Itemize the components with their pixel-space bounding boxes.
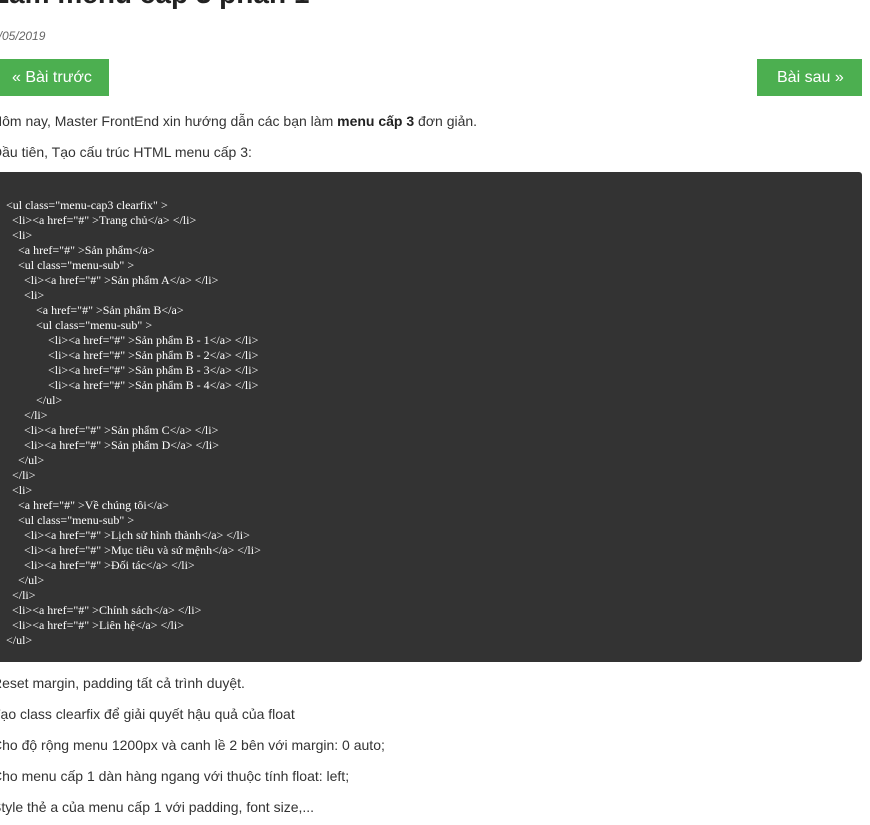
paragraph-clearfix: Tạo class clearfix để giải quyết hậu quả… xyxy=(0,706,295,722)
code-line: <li><a href="#" >Liên hệ</a> </li> xyxy=(6,618,184,632)
code-line: <li><a href="#" >Lịch sử hình thành</a> … xyxy=(6,528,250,542)
next-post-button[interactable]: Bài sau » xyxy=(757,59,862,96)
code-line: <li><a href="#" >Sản phẩm C</a> </li> xyxy=(6,423,219,437)
code-line: </li> xyxy=(6,408,48,422)
code-line: <li><a href="#" >Chính sách</a> </li> xyxy=(6,603,202,617)
code-line: <li> xyxy=(6,228,33,242)
code-line: <ul class="menu-sub" > xyxy=(6,513,135,527)
code-line: <li><a href="#" >Mục tiêu và sứ mệnh</a>… xyxy=(6,543,261,557)
paragraph-style-a: Style thẻ a của menu cấp 1 với padding, … xyxy=(0,799,315,815)
page-title: Làm menu cấp 3 phần 1 xyxy=(0,0,309,10)
paragraph-width: Cho độ rộng menu 1200px và canh lề 2 bên… xyxy=(0,737,385,753)
post-date: 9/05/2019 xyxy=(0,29,46,43)
paragraph-float: Cho menu cấp 1 dàn hàng ngang với thuộc … xyxy=(0,768,350,784)
code-line: <a href="#" >Sản phẩm</a> xyxy=(6,243,155,257)
code-line: </ul> xyxy=(6,633,33,647)
code-line: </ul> xyxy=(6,393,63,407)
paragraph-reset: Reset margin, padding tất cả trình duyệt… xyxy=(0,675,245,691)
intro-text: Hôm nay, Master FrontEnd xin hướng dẫn c… xyxy=(0,113,338,129)
code-line: </ul> xyxy=(6,453,45,467)
code-block: <ul class="menu-cap3 clearfix" > <li><a … xyxy=(0,172,862,662)
code-line: <li><a href="#" >Sản phẩm B - 3</a> </li… xyxy=(6,363,259,377)
intro-bold-text: menu cấp 3 xyxy=(337,113,415,129)
code-line: </li> xyxy=(6,468,36,482)
previous-post-button[interactable]: « Bài trước xyxy=(0,59,109,96)
code-line: <ul class="menu-cap3 clearfix" > xyxy=(6,198,168,212)
code-line: <ul class="menu-sub" > xyxy=(6,258,135,272)
code-line: <li><a href="#" >Đối tác</a> </li> xyxy=(6,558,195,572)
code-line: <li> xyxy=(6,288,45,302)
intro-paragraph: Hôm nay, Master FrontEnd xin hướng dẫn c… xyxy=(0,113,477,129)
code-line: <ul class="menu-sub" > xyxy=(6,318,153,332)
intro-text-end: đơn giản. xyxy=(414,113,478,129)
code-line: <li><a href="#" >Sản phẩm B - 1</a> </li… xyxy=(6,333,259,347)
code-line: <a href="#" >Sản phẩm B</a> xyxy=(6,303,184,317)
code-line: <li> xyxy=(6,483,33,497)
code-lines: <ul class="menu-cap3 clearfix" > <li><a … xyxy=(6,198,848,648)
code-line: <li><a href="#" >Sản phẩm B - 4</a> </li… xyxy=(6,378,259,392)
code-line: <li><a href="#" >Sản phẩm A</a> </li> xyxy=(6,273,219,287)
code-line: </ul> xyxy=(6,573,45,587)
code-line: <li><a href="#" >Sản phẩm D</a> </li> xyxy=(6,438,220,452)
code-line: <li><a href="#" >Sản phẩm B - 2</a> </li… xyxy=(6,348,259,362)
code-line: </li> xyxy=(6,588,36,602)
code-line: <a href="#" >Về chúng tôi</a> xyxy=(6,498,169,512)
code-line: <li><a href="#" >Trang chủ</a> </li> xyxy=(6,213,197,227)
step-paragraph: Đầu tiên, Tạo cấu trúc HTML menu cấp 3: xyxy=(0,144,252,160)
